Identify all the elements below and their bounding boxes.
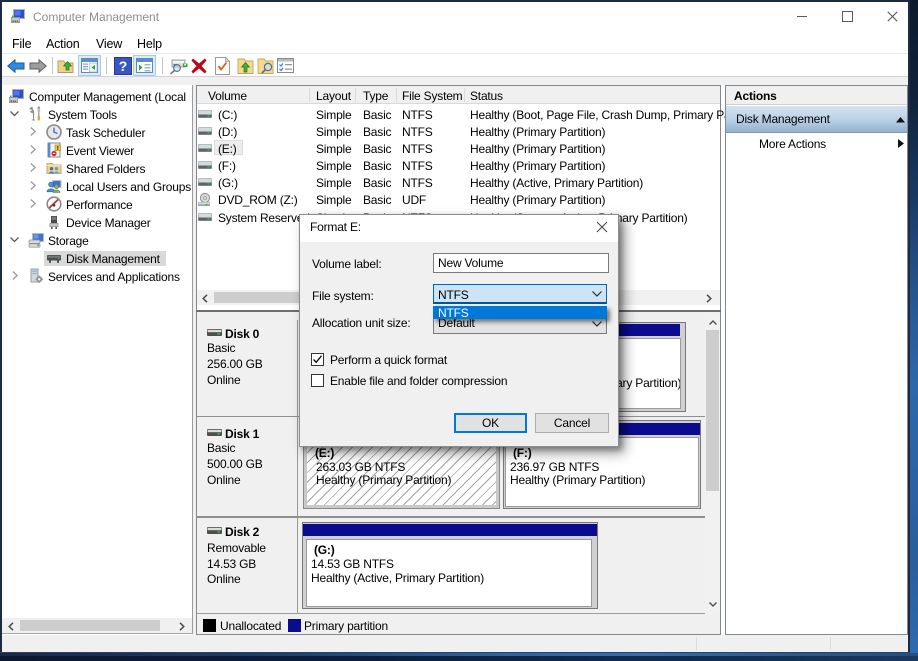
svg-text:?: ?	[119, 58, 128, 74]
